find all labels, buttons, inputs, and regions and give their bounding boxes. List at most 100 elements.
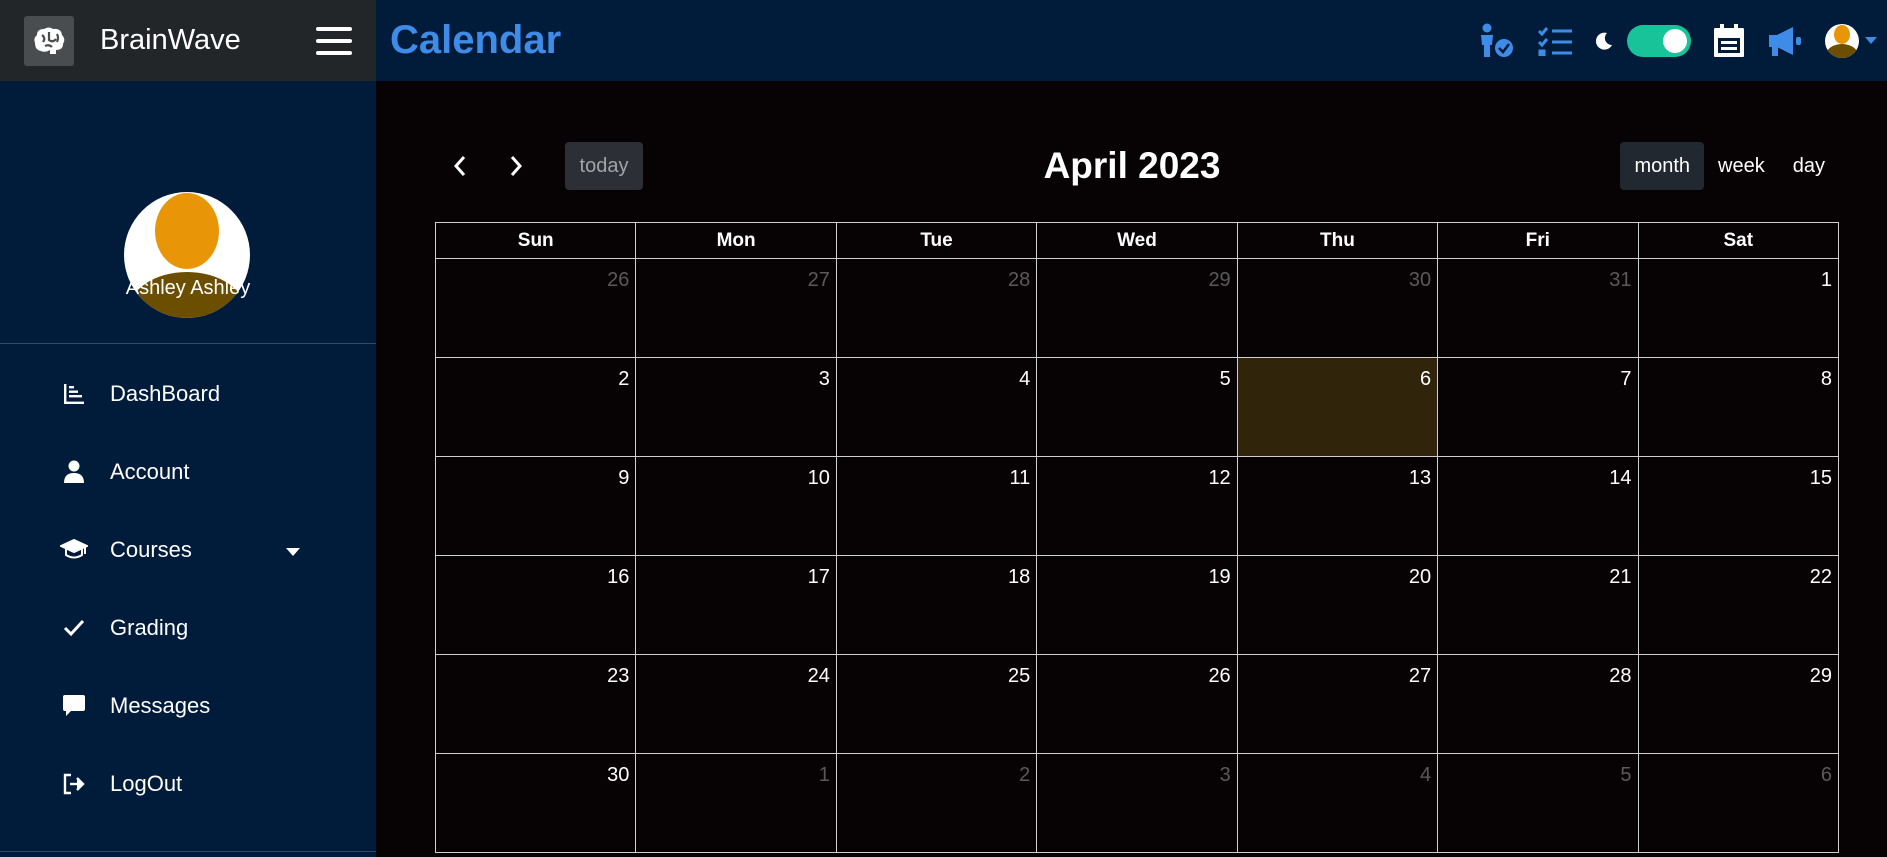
calendar-day-cell[interactable]: 5	[1438, 754, 1639, 853]
day-number[interactable]: 11	[1010, 467, 1031, 490]
sidebar-item-dashboard[interactable]: DashBoard	[0, 355, 376, 433]
calendar-day-cell[interactable]: 1	[636, 754, 837, 853]
task-list-icon[interactable]	[1537, 26, 1573, 56]
day-number[interactable]: 26	[607, 269, 629, 292]
calendar-day-cell[interactable]: 25	[836, 655, 1038, 754]
day-number[interactable]: 6	[1420, 368, 1431, 391]
day-number[interactable]: 17	[808, 566, 830, 589]
day-number[interactable]: 7	[1620, 368, 1631, 391]
calendar-day-cell[interactable]: 4	[1237, 754, 1439, 853]
day-number[interactable]: 3	[819, 368, 830, 391]
calendar-day-cell[interactable]: 8	[1638, 358, 1839, 457]
calendar-day-cell[interactable]: 12	[1037, 457, 1238, 556]
day-number[interactable]: 9	[618, 467, 629, 490]
theme-toggle[interactable]	[1627, 24, 1691, 57]
calendar-day-cell[interactable]: 4	[836, 358, 1038, 457]
calendar-day-cell[interactable]: 28	[1438, 655, 1639, 754]
calendar-day-cell[interactable]: 23	[436, 655, 637, 754]
day-number[interactable]: 3	[1220, 764, 1231, 787]
calendar-day-cell[interactable]: 30	[436, 754, 637, 853]
calendar-day-cell[interactable]: 22	[1638, 556, 1839, 655]
day-number[interactable]: 4	[1420, 764, 1431, 787]
sidebar-item-logout[interactable]: LogOut	[0, 745, 376, 823]
day-number[interactable]: 29	[1208, 269, 1230, 292]
day-number[interactable]: 10	[808, 467, 830, 490]
calendar-day-cell[interactable]: 3	[1037, 754, 1238, 853]
day-number[interactable]: 8	[1821, 368, 1832, 391]
calendar-day-cell[interactable]: 29	[1037, 259, 1238, 358]
calendar-day-cell[interactable]: 26	[436, 259, 637, 358]
day-number[interactable]: 30	[1409, 269, 1431, 292]
day-number[interactable]: 5	[1620, 764, 1631, 787]
calendar-day-cell[interactable]: 2	[436, 358, 637, 457]
day-number[interactable]: 6	[1821, 764, 1832, 787]
sidebar-item-account[interactable]: Account	[0, 433, 376, 511]
view-week-button[interactable]: week	[1704, 142, 1779, 190]
day-number[interactable]: 5	[1220, 368, 1231, 391]
day-number[interactable]: 1	[1821, 269, 1832, 292]
calendar-day-cell[interactable]: 9	[436, 457, 637, 556]
day-number[interactable]: 12	[1208, 467, 1230, 490]
chevron-down-icon[interactable]	[285, 537, 301, 563]
day-number[interactable]: 21	[1609, 566, 1631, 589]
day-number[interactable]: 1	[819, 764, 830, 787]
day-number[interactable]: 4	[1019, 368, 1030, 391]
day-number[interactable]: 28	[1008, 269, 1030, 292]
day-number[interactable]: 29	[1810, 665, 1832, 688]
calendar-day-cell[interactable]: 30	[1237, 259, 1439, 358]
calendar-day-cell[interactable]: 27	[1237, 655, 1439, 754]
day-number[interactable]: 15	[1810, 467, 1832, 490]
day-number[interactable]: 25	[1008, 665, 1030, 688]
day-number[interactable]: 2	[618, 368, 629, 391]
calendar-day-cell[interactable]: 2	[836, 754, 1038, 853]
day-number[interactable]: 16	[607, 566, 629, 589]
calendar-day-cell[interactable]: 17	[636, 556, 837, 655]
day-number[interactable]: 20	[1409, 566, 1431, 589]
day-number[interactable]: 28	[1609, 665, 1631, 688]
calendar-day-cell[interactable]: 29	[1638, 655, 1839, 754]
day-number[interactable]: 2	[1019, 764, 1030, 787]
view-month-button[interactable]: month	[1620, 142, 1705, 190]
calendar-day-cell[interactable]: 13	[1237, 457, 1439, 556]
calendar-day-cell[interactable]: 21	[1438, 556, 1639, 655]
calendar-day-cell[interactable]: 27	[636, 259, 837, 358]
calendar-day-cell[interactable]: 6	[1638, 754, 1839, 853]
day-number[interactable]: 18	[1008, 566, 1030, 589]
day-number[interactable]: 19	[1208, 566, 1230, 589]
calendar-day-cell[interactable]: 26	[1037, 655, 1238, 754]
view-day-button[interactable]: day	[1779, 142, 1839, 190]
megaphone-icon[interactable]	[1767, 25, 1803, 57]
calendar-day-cell[interactable]: 7	[1438, 358, 1639, 457]
calendar-day-cell[interactable]: 15	[1638, 457, 1839, 556]
calendar-day-cell[interactable]: 18	[836, 556, 1038, 655]
sidebar-item-grading[interactable]: Grading	[0, 589, 376, 667]
sidebar-item-courses[interactable]: Courses	[0, 511, 376, 589]
calendar-day-cell[interactable]: 5	[1037, 358, 1238, 457]
calendar-day-cell[interactable]: 20	[1237, 556, 1439, 655]
menu-toggle-button[interactable]	[316, 26, 352, 55]
user-avatar[interactable]	[1825, 23, 1859, 58]
day-number[interactable]: 27	[808, 269, 830, 292]
day-number[interactable]: 24	[808, 665, 830, 688]
calendar-day-cell[interactable]: 14	[1438, 457, 1639, 556]
calendar-day-cell[interactable]: 31	[1438, 259, 1639, 358]
calendar-day-cell[interactable]: 3	[636, 358, 837, 457]
calendar-day-cell[interactable]: 1	[1638, 259, 1839, 358]
day-number[interactable]: 22	[1810, 566, 1832, 589]
day-number[interactable]: 13	[1409, 467, 1431, 490]
sidebar-item-messages[interactable]: Messages	[0, 667, 376, 745]
day-number[interactable]: 23	[607, 665, 629, 688]
day-number[interactable]: 31	[1609, 269, 1631, 292]
calendar-day-cell-today[interactable]: 6	[1237, 358, 1439, 457]
calendar-day-cell[interactable]: 28	[836, 259, 1038, 358]
day-number[interactable]: 14	[1609, 467, 1631, 490]
calendar-day-cell[interactable]: 11	[836, 457, 1038, 556]
person-check-icon[interactable]	[1477, 23, 1515, 59]
calendar-day-cell[interactable]: 10	[636, 457, 837, 556]
chevron-down-icon[interactable]	[1865, 36, 1877, 45]
calendar-day-cell[interactable]: 16	[436, 556, 637, 655]
calendar-day-cell[interactable]: 19	[1037, 556, 1238, 655]
day-number[interactable]: 26	[1208, 665, 1230, 688]
calendar-day-cell[interactable]: 24	[636, 655, 837, 754]
calendar-icon[interactable]	[1713, 23, 1745, 58]
